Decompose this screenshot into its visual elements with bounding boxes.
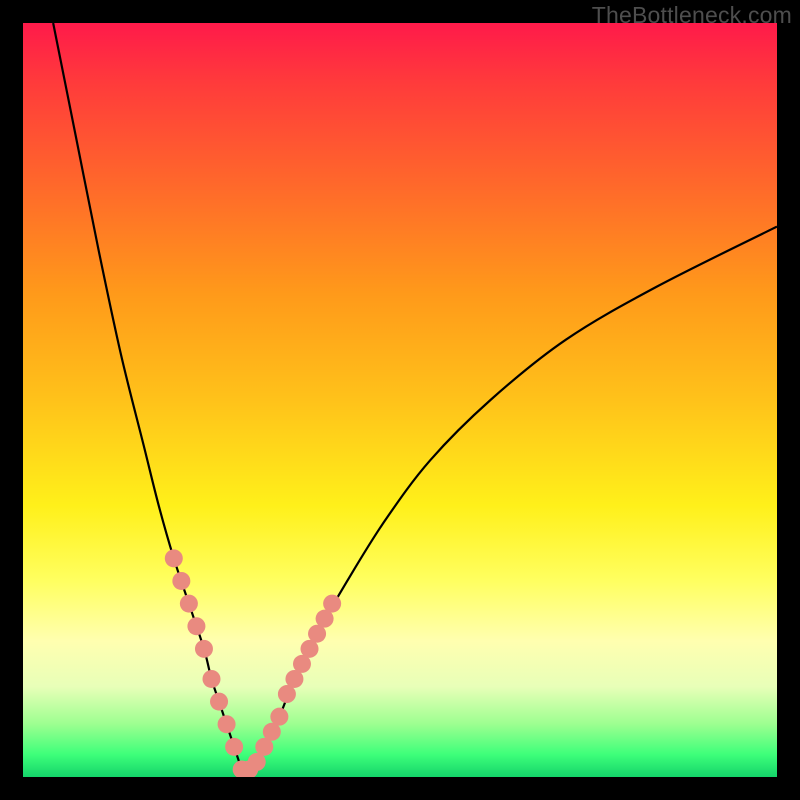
highlight-dot [210,693,228,711]
highlight-dot-group [165,549,341,777]
curve-left-branch [53,23,242,769]
highlight-dot [225,738,243,756]
highlight-dot [270,708,288,726]
highlight-dot [218,715,236,733]
highlight-dot [195,640,213,658]
chart-plot-area [23,23,777,777]
highlight-dot [187,617,205,635]
highlight-dot [165,549,183,567]
highlight-dot [172,572,190,590]
highlight-dot [203,670,221,688]
curve-right-branch [242,227,777,770]
highlight-dot [180,595,198,613]
watermark-text: TheBottleneck.com [592,2,792,29]
highlight-dot [323,595,341,613]
bottleneck-curve-svg [23,23,777,777]
